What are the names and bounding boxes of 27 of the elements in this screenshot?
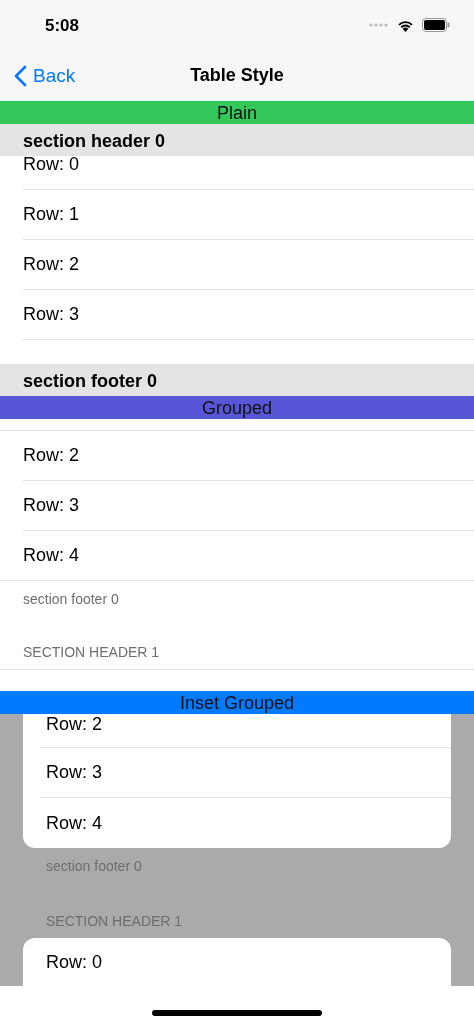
style-banner: Plain	[0, 101, 474, 124]
wifi-icon	[397, 18, 414, 32]
battery-icon	[422, 18, 450, 32]
table-row[interactable]: Row: 3	[23, 481, 474, 531]
chevron-left-icon	[14, 64, 27, 87]
table-row[interactable]: Row: 1	[23, 190, 474, 240]
style-banner: Inset Grouped	[0, 691, 474, 714]
section-header: SECTION HEADER 1	[45, 912, 184, 931]
table-row[interactable]: Row: 4	[40, 798, 451, 848]
section-footer: section footer 0	[0, 581, 474, 617]
nav-title: Table Style	[189, 65, 285, 86]
signal-dots-icon	[369, 23, 389, 27]
style-banner: Grouped	[0, 396, 474, 419]
section-header: SECTION HEADER 1	[22, 643, 161, 662]
table-row[interactable]: Row: 4	[0, 531, 474, 581]
section-footer: section footer 0	[0, 364, 474, 396]
back-label: Back	[33, 64, 76, 87]
back-button[interactable]: Back	[0, 64, 76, 87]
table-row[interactable]: Row: 3	[40, 748, 451, 798]
status-time: 5:08	[45, 16, 80, 36]
table-row[interactable]: Row: 2	[23, 431, 474, 481]
table-row[interactable]: Row: 2	[23, 240, 474, 290]
section-header: section header 0	[0, 124, 474, 156]
table-row[interactable]: Row: 2	[40, 714, 451, 748]
table-row[interactable]: Row: 3	[23, 290, 474, 340]
section-footer: section footer 0	[0, 848, 474, 884]
table-row[interactable]: Row: 0	[23, 156, 474, 190]
